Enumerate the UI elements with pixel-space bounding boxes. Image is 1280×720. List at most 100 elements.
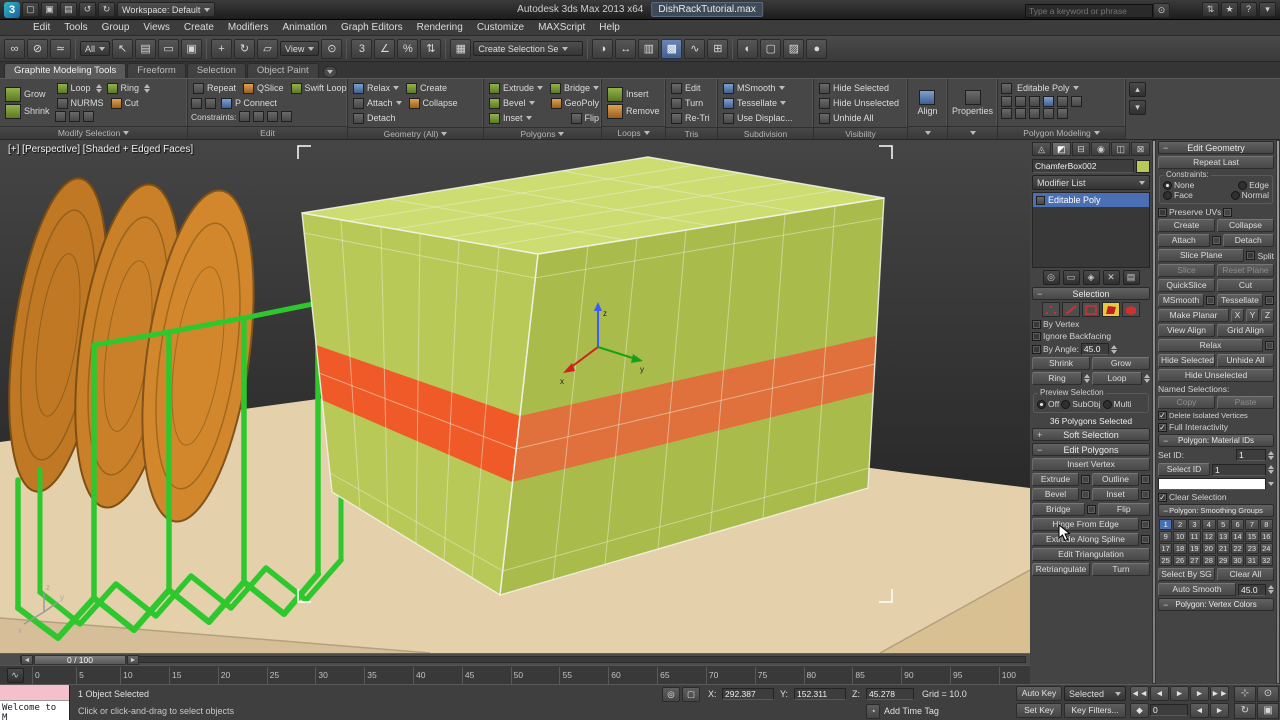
- qslice-button[interactable]: QSlice: [241, 81, 286, 95]
- next-frame-arrow-icon[interactable]: ►: [127, 655, 139, 665]
- make-planar-z-button[interactable]: Z: [1261, 309, 1274, 322]
- display-tab-icon[interactable]: ◫: [1111, 142, 1130, 156]
- panel-label-geometry[interactable]: Geometry (All): [348, 127, 483, 139]
- next-modifier-icon[interactable]: [1043, 108, 1054, 119]
- ribbon-options-icon[interactable]: [323, 66, 337, 78]
- menu-item[interactable]: Help: [592, 21, 627, 34]
- by-vertex-checkbox[interactable]: [1032, 320, 1041, 329]
- bind-to-spacewarp-icon[interactable]: ≃: [50, 39, 71, 59]
- current-frame-field[interactable]: 0: [1150, 704, 1188, 716]
- outline-button[interactable]: Outline: [1092, 473, 1139, 486]
- ring-button[interactable]: Ring: [1032, 372, 1082, 385]
- collapse-stack-icon[interactable]: [1057, 108, 1068, 119]
- menu-item[interactable]: Rendering: [410, 21, 470, 34]
- reset-plane-button[interactable]: Reset Plane: [1217, 264, 1274, 277]
- time-slider[interactable]: ◄ 0 / 100 ►: [0, 653, 1030, 665]
- selection-lock-icon[interactable]: ◎: [662, 687, 680, 702]
- loop-spinner[interactable]: [96, 84, 102, 93]
- pin-stack-icon[interactable]: ◎: [1043, 270, 1060, 285]
- smoothing-group-button[interactable]: 19: [1188, 543, 1201, 554]
- full-interactivity-checkbox[interactable]: [1158, 423, 1167, 432]
- search-icon[interactable]: ⊙: [1153, 3, 1170, 18]
- menu-item[interactable]: Create: [177, 21, 221, 34]
- constraint-face-radio[interactable]: [1163, 191, 1172, 200]
- properties-panel-button[interactable]: Properties: [949, 81, 996, 124]
- by-angle-spinner[interactable]: [1111, 345, 1117, 354]
- smoothing-group-button[interactable]: 20: [1202, 543, 1215, 554]
- relax-settings-icon[interactable]: [1265, 341, 1274, 350]
- rollout-material-ids[interactable]: −Polygon: Material IDs: [1158, 434, 1274, 447]
- extrude-settings-icon[interactable]: [1081, 475, 1090, 484]
- remove-modifier-icon[interactable]: ✕: [1103, 270, 1120, 285]
- smoothing-group-button[interactable]: 6: [1231, 519, 1244, 530]
- render-production-icon[interactable]: ●: [806, 39, 827, 59]
- panel-label-polygons[interactable]: Polygons: [484, 127, 601, 139]
- select-object-icon[interactable]: ↖: [112, 39, 133, 59]
- favorites-icon[interactable]: ★: [1221, 2, 1238, 17]
- add-time-tag[interactable]: Add Time Tag: [884, 706, 939, 716]
- swift-loop-button[interactable]: Swift Loop: [289, 81, 349, 95]
- smoothing-group-button[interactable]: 2: [1173, 519, 1186, 530]
- make-planar-button[interactable]: Make Planar: [1158, 309, 1229, 322]
- smoothing-group-button[interactable]: 10: [1173, 531, 1186, 542]
- preview-subobj-radio[interactable]: [1061, 400, 1070, 409]
- go-to-start-icon[interactable]: ◄◄: [1130, 686, 1149, 701]
- object-color-swatch[interactable]: [1136, 160, 1150, 173]
- hinge-settings-icon[interactable]: [1141, 520, 1150, 529]
- select-by-name-icon[interactable]: ▤: [135, 39, 156, 59]
- preview-off-radio[interactable]: [1037, 400, 1046, 409]
- rendered-frame-window-icon[interactable]: ▨: [783, 39, 804, 59]
- attach-button[interactable]: Attach: [1158, 234, 1210, 247]
- border-subobject-icon[interactable]: [1082, 302, 1100, 317]
- by-angle-checkbox[interactable]: [1032, 345, 1041, 354]
- rollout-selection[interactable]: −Selection: [1032, 287, 1150, 300]
- shrink-button[interactable]: Shrink: [3, 104, 52, 118]
- ribbon-tab[interactable]: Graphite Modeling Tools: [4, 63, 126, 78]
- turn-button[interactable]: Turn: [669, 96, 714, 110]
- slice-plane-button[interactable]: Slice Plane: [1158, 249, 1244, 262]
- go-to-end-icon[interactable]: ►►: [1210, 686, 1229, 701]
- pan-view-icon[interactable]: ⊹: [1234, 686, 1256, 702]
- inset-button[interactable]: Inset: [487, 111, 566, 125]
- grid-align-button[interactable]: Grid Align: [1217, 324, 1274, 337]
- help-icon[interactable]: ?: [1240, 2, 1257, 17]
- key-mode-dropdown[interactable]: Selected: [1064, 686, 1126, 701]
- editable-poly-dropdown[interactable]: Editable Poly: [1015, 81, 1081, 95]
- menu-item[interactable]: Modifiers: [221, 21, 276, 34]
- make-planar-y-button[interactable]: Y: [1246, 309, 1259, 322]
- preview-multi-radio[interactable]: [1103, 400, 1112, 409]
- smoothing-group-button[interactable]: 26: [1173, 555, 1186, 566]
- auto-key-button[interactable]: Auto Key: [1016, 686, 1062, 701]
- select-id-spinner[interactable]: [1268, 465, 1274, 474]
- view-align-button[interactable]: View Align: [1158, 324, 1215, 337]
- modify-tab-icon[interactable]: ◩: [1052, 142, 1071, 156]
- create-button[interactable]: Create: [404, 81, 449, 95]
- undo-icon[interactable]: ↺: [79, 2, 96, 17]
- menu-item[interactable]: Graph Editors: [334, 21, 410, 34]
- hide-unselected-button[interactable]: Hide Unselected: [817, 96, 904, 110]
- render-setup-icon[interactable]: ▢: [760, 39, 781, 59]
- new-file-icon[interactable]: ▢: [22, 2, 39, 17]
- smoothing-group-button[interactable]: 11: [1188, 531, 1201, 542]
- select-and-move-icon[interactable]: +: [211, 39, 232, 59]
- modifier-stack-icon[interactable]: [1001, 83, 1012, 94]
- search-input[interactable]: [1025, 4, 1153, 18]
- cut-button[interactable]: Cut: [109, 96, 141, 110]
- panel-label-subdivision[interactable]: Subdivision: [718, 127, 813, 139]
- smoothing-group-button[interactable]: 21: [1217, 543, 1230, 554]
- spinner-snap-icon[interactable]: ⇅: [420, 39, 441, 59]
- window-crossing-icon[interactable]: ▣: [181, 39, 202, 59]
- constraint-normal-radio[interactable]: [1231, 191, 1240, 200]
- panel-label-edit[interactable]: Edit: [188, 126, 347, 139]
- rollout-smoothing-groups[interactable]: −Polygon: Smoothing Groups: [1158, 504, 1274, 517]
- macro-recorder-pane[interactable]: [0, 685, 69, 701]
- rollout-edit-geometry[interactable]: −Edit Geometry: [1158, 141, 1274, 154]
- help-menu-chevron-icon[interactable]: ▾: [1259, 2, 1276, 17]
- set-key-button[interactable]: Set Key: [1016, 703, 1062, 718]
- flip-button[interactable]: Flip: [569, 111, 602, 125]
- panel-label-modify-selection[interactable]: Modify Selection: [0, 126, 187, 139]
- smoothing-group-button[interactable]: 25: [1159, 555, 1172, 566]
- previous-frame-arrow-icon[interactable]: ◄: [21, 655, 33, 665]
- select-and-scale-icon[interactable]: ▱: [257, 39, 278, 59]
- perspective-viewport[interactable]: [+] [Perspective] [Shaded + Edged Faces]: [0, 140, 1030, 684]
